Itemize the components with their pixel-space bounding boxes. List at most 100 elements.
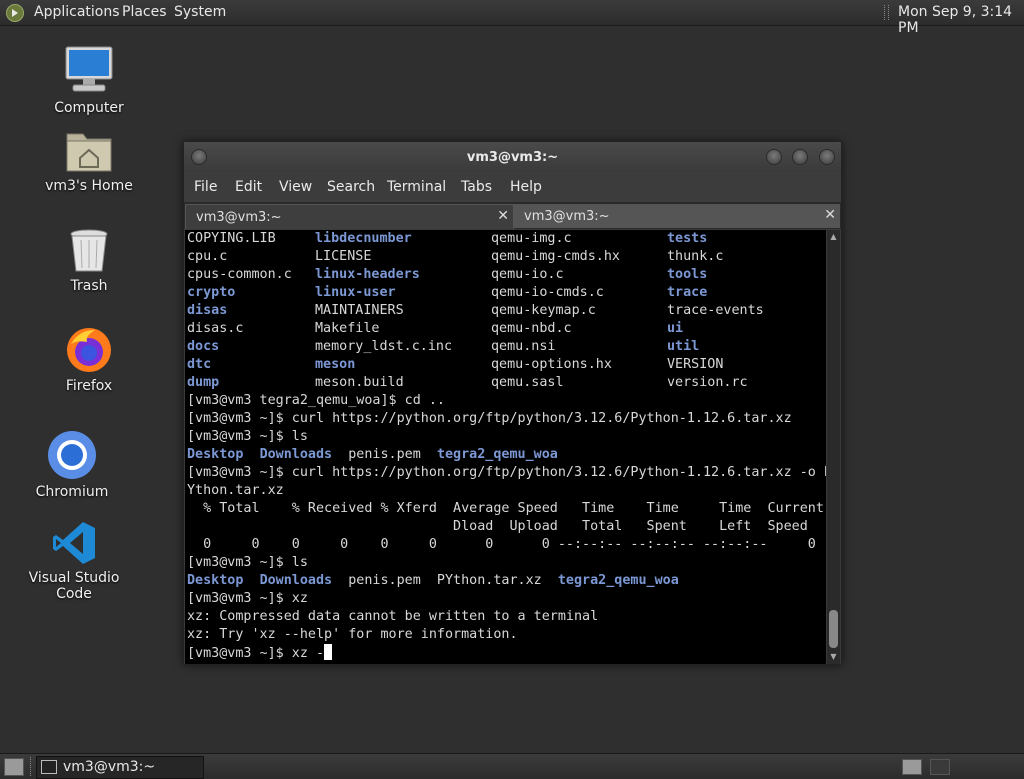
file-entry: qemu-keymap.c bbox=[491, 303, 596, 318]
terminal-line: [vm3@vm3 ~]$ curl https://python.org/ftp… bbox=[185, 410, 826, 428]
desktop-icon-label: Firefox bbox=[65, 378, 113, 394]
tab-close-icon[interactable]: ✕ bbox=[497, 208, 509, 224]
file-entry: qemu-img.c bbox=[491, 231, 572, 246]
window-title: vm3@vm3:~ bbox=[466, 150, 559, 165]
directory-entry: tools bbox=[667, 267, 708, 282]
taskbar-button-terminal[interactable]: vm3@vm3:~ bbox=[36, 756, 204, 779]
scroll-down-icon[interactable]: ▼ bbox=[829, 652, 838, 661]
terminal-scrollbar[interactable]: ▲ ▼ bbox=[827, 230, 840, 664]
directory-entry: disas bbox=[187, 303, 228, 318]
workspace-2[interactable] bbox=[930, 759, 950, 775]
directory-entry: tegra2_qemu_woa bbox=[436, 447, 558, 462]
tab-label: vm3@vm3:~ bbox=[524, 209, 610, 224]
tab-1[interactable]: vm3@vm3:~ ✕ bbox=[185, 204, 514, 229]
bottom-panel: vm3@vm3:~ bbox=[0, 753, 1024, 779]
vscode-icon bbox=[53, 522, 95, 564]
file-entry: qemu-io.c bbox=[491, 267, 564, 282]
terminal-line: disas MAINTAINERS qemu-keymap.c trace-event… bbox=[185, 302, 826, 320]
window-titlebar[interactable]: vm3@vm3:~ bbox=[184, 142, 841, 172]
directory-entry: Desktop bbox=[187, 447, 244, 462]
file-entry: thunk.c bbox=[667, 249, 724, 264]
desktop-icon-firefox[interactable]: Firefox bbox=[29, 326, 149, 394]
menu-view[interactable]: View bbox=[279, 179, 312, 195]
desktop-icon-chromium[interactable]: Chromium bbox=[12, 430, 132, 500]
menu-terminal[interactable]: Terminal bbox=[387, 179, 446, 195]
file-entry: MAINTAINERS bbox=[315, 303, 404, 318]
directory-entry: libdecnumber bbox=[315, 231, 412, 246]
file-entry: COPYING.LIB bbox=[187, 231, 276, 246]
panel-separator bbox=[30, 757, 33, 776]
terminal-line: COPYING.LIB libdecnumber qemu-img.c tests bbox=[185, 230, 826, 248]
file-entry: LICENSE bbox=[315, 249, 372, 264]
terminal-output[interactable]: COPYING.LIB libdecnumber qemu-img.c tests cp… bbox=[185, 230, 826, 664]
clock[interactable]: Mon Sep 9, 3:14 PM bbox=[898, 4, 1024, 36]
terminal-line: xz: Try 'xz --help' for more information… bbox=[185, 626, 826, 644]
menu-search[interactable]: Search bbox=[327, 179, 375, 195]
text-cursor bbox=[324, 644, 333, 660]
terminal-line: [vm3@vm3 tegra2_qemu_woa]$ cd .. bbox=[185, 392, 826, 410]
desktop-icon-vscode[interactable]: Visual Studio Code bbox=[14, 520, 134, 602]
terminal-text: [vm3@vm3 ~]$ curl https://python.org/ftp… bbox=[187, 465, 826, 480]
show-desktop-icon[interactable] bbox=[4, 758, 24, 776]
menubar: File Edit View Search Terminal Tabs Help bbox=[184, 172, 841, 202]
file-entry: qemu.nsi bbox=[491, 339, 556, 354]
terminal-text: xz: Try 'xz --help' for more information… bbox=[187, 627, 518, 642]
desktop-icon-label: Chromium bbox=[35, 484, 109, 500]
file-entry: cpus-common.c bbox=[187, 267, 292, 282]
desktop-icon-label: Visual Studio Code bbox=[28, 570, 120, 602]
home-folder-icon bbox=[66, 133, 112, 172]
directory-entry: dtc bbox=[187, 357, 212, 372]
directory-entry: linux-user bbox=[315, 285, 396, 300]
terminal-text: penis.pem PYthon.tar.xz bbox=[332, 573, 558, 588]
file-entry: memory_ldst.c.inc bbox=[315, 339, 453, 354]
terminal-line: docs memory_ldst.c.inc qemu.nsi util bbox=[185, 338, 826, 356]
terminal-text: xz: Compressed data cannot be written to… bbox=[187, 609, 599, 624]
file-entry: qemu-io-cmds.c bbox=[491, 285, 604, 300]
tab-2[interactable]: vm3@vm3:~ ✕ bbox=[514, 204, 840, 228]
terminal-line: crypto linux-user qemu-io-cmds.c trace bbox=[185, 284, 826, 302]
scroll-up-icon[interactable]: ▲ bbox=[829, 232, 838, 241]
menu-edit[interactable]: Edit bbox=[235, 179, 262, 195]
menu-applications[interactable]: Applications bbox=[34, 4, 120, 20]
file-entry: qemu.sasl bbox=[491, 375, 564, 390]
directory-entry: docs bbox=[187, 339, 220, 354]
terminal-text: [vm3@vm3 ~]$ curl https://python.org/ftp… bbox=[187, 411, 792, 426]
file-entry: qemu-img-cmds.hx bbox=[491, 249, 620, 264]
desktop-icon-label: vm3's Home bbox=[45, 178, 133, 194]
file-entry: qemu-nbd.c bbox=[491, 321, 572, 336]
menu-file[interactable]: File bbox=[194, 179, 217, 195]
menu-system[interactable]: System bbox=[174, 4, 226, 20]
terminal-icon bbox=[41, 760, 57, 774]
terminal-line: Desktop Downloads penis.pem tegra2_qemu_… bbox=[185, 446, 826, 464]
workspace-1[interactable] bbox=[902, 759, 922, 775]
terminal-line: dtc meson qemu-options.hx VERSION bbox=[185, 356, 826, 374]
terminal-line: Ython.tar.xz bbox=[185, 482, 826, 500]
desktop-icon-trash[interactable]: Trash bbox=[29, 228, 149, 294]
desktop-icon-label: Computer bbox=[54, 100, 124, 116]
file-entry: VERSION bbox=[667, 357, 724, 372]
file-entry: version.rc bbox=[667, 375, 748, 390]
directory-entry: Downloads bbox=[259, 573, 333, 588]
menu-tabs[interactable]: Tabs bbox=[461, 179, 492, 195]
terminal-line: disas.c Makefile qemu-nbd.c ui bbox=[185, 320, 826, 338]
file-entry: meson.build bbox=[315, 375, 404, 390]
taskbar-button-label: vm3@vm3:~ bbox=[63, 759, 156, 775]
desktop-icon-home[interactable]: vm3's Home bbox=[29, 126, 149, 194]
directory-entry: tests bbox=[667, 231, 708, 246]
file-entry: disas.c bbox=[187, 321, 244, 336]
computer-icon bbox=[65, 46, 113, 92]
menu-help[interactable]: Help bbox=[510, 179, 542, 195]
menu-places[interactable]: Places bbox=[122, 4, 167, 20]
scrollbar-thumb[interactable] bbox=[829, 610, 838, 648]
close-button[interactable] bbox=[819, 149, 835, 165]
applications-logo-icon[interactable] bbox=[6, 4, 24, 22]
directory-entry: trace bbox=[667, 285, 708, 300]
maximize-button[interactable] bbox=[792, 149, 808, 165]
desktop-icon-computer[interactable]: Computer bbox=[29, 44, 149, 116]
minimize-button[interactable] bbox=[766, 149, 782, 165]
tab-close-icon[interactable]: ✕ bbox=[824, 207, 836, 223]
file-entry: cpu.c bbox=[187, 249, 228, 264]
terminal-line: 0 0 0 0 0 0 0 0 --:--:-- --:--:-- --:--:… bbox=[185, 536, 826, 554]
terminal-text: Dload Upload Total Spent Left Speed bbox=[187, 519, 808, 534]
